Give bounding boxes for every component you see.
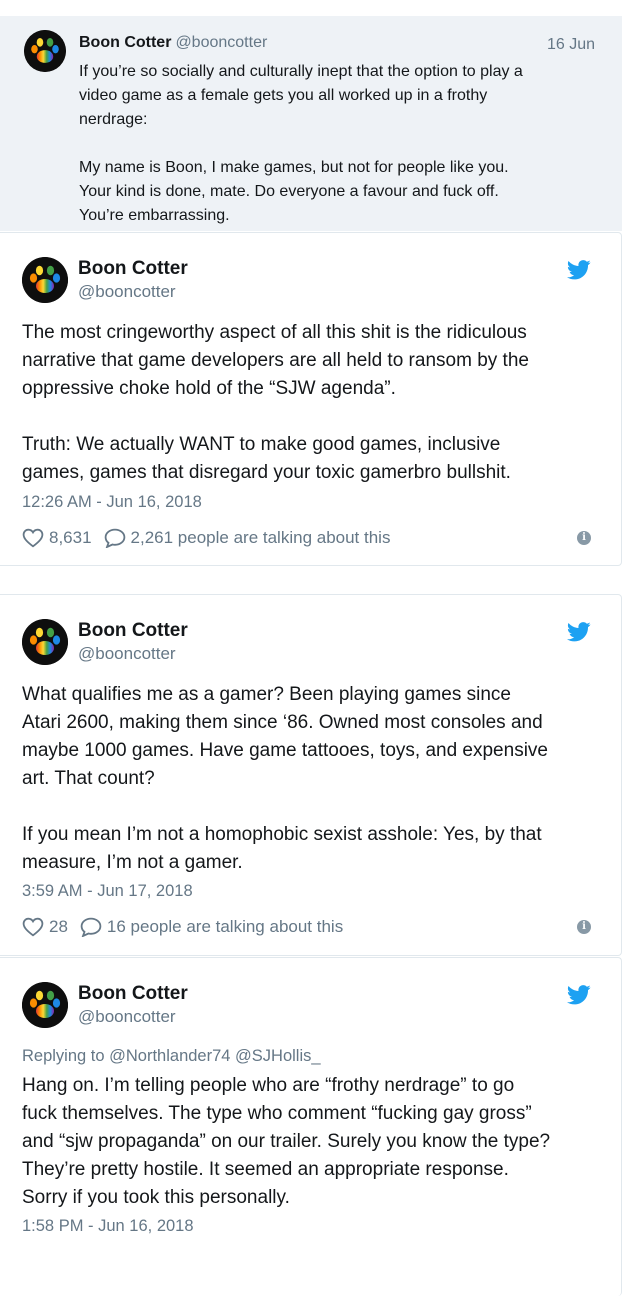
avatar[interactable]: [22, 619, 68, 665]
embedded-tweet[interactable]: Boon Cotter @booncotter The most cringew…: [0, 232, 622, 566]
like-count[interactable]: 8,631: [49, 528, 92, 548]
tweet-timestamp[interactable]: 1:58 PM - Jun 16, 2018: [22, 1217, 194, 1236]
heart-icon[interactable]: [22, 917, 44, 937]
tweet-text: What qualifies me as a gamer? Been playi…: [22, 684, 548, 873]
avatar[interactable]: [22, 982, 68, 1028]
talking-count[interactable]: 2,261 people are talking about this: [131, 528, 391, 548]
heart-icon[interactable]: [22, 528, 44, 548]
like-count[interactable]: 28: [49, 917, 68, 937]
twitter-bird-icon[interactable]: [567, 622, 591, 642]
tweet-timestamp[interactable]: 3:59 AM - Jun 17, 2018: [22, 882, 193, 901]
reply-bubble-icon[interactable]: [104, 528, 126, 548]
author-handle[interactable]: @booncotter: [175, 34, 267, 51]
avatar[interactable]: [24, 30, 66, 72]
embedded-tweet[interactable]: Boon Cotter @booncotter Replying to @Nor…: [0, 957, 622, 1296]
reply-bubble-icon[interactable]: [80, 917, 102, 937]
quoted-author[interactable]: Boon Cotter @booncotter: [79, 34, 267, 52]
author-name[interactable]: Boon Cotter: [78, 620, 188, 642]
author-handle[interactable]: @booncotter: [78, 644, 176, 664]
twitter-bird-icon[interactable]: [567, 985, 591, 1005]
tweet-text: Hang on. I’m telling people who are “fro…: [22, 1075, 551, 1208]
tweet-text: If you’re so socially and culturally ine…: [79, 63, 523, 224]
twitter-bird-icon[interactable]: [567, 260, 591, 280]
author-handle[interactable]: @booncotter: [78, 282, 176, 302]
info-icon[interactable]: i: [577, 920, 591, 934]
author-name[interactable]: Boon Cotter: [78, 983, 188, 1005]
tweet-actions: 8,631 2,261 people are talking about thi…: [22, 525, 390, 551]
tweet-actions: 28 16 people are talking about this: [22, 914, 343, 940]
tweet-timestamp[interactable]: 12:26 AM - Jun 16, 2018: [22, 493, 202, 512]
tweet-date: 16 Jun: [546, 36, 595, 53]
replying-to[interactable]: Replying to @Northlander74 @SJHollis_: [22, 1047, 321, 1066]
author-handle[interactable]: @booncotter: [78, 1007, 176, 1027]
author-name[interactable]: Boon Cotter: [79, 34, 171, 51]
talking-count[interactable]: 16 people are talking about this: [107, 917, 343, 937]
avatar[interactable]: [22, 257, 68, 303]
quoted-tweet[interactable]: Boon Cotter @booncotter 16 Jun If you’re …: [0, 16, 622, 231]
author-name[interactable]: Boon Cotter: [78, 258, 188, 280]
tweet-text: The most cringeworthy aspect of all this…: [22, 322, 529, 483]
info-icon[interactable]: i: [577, 531, 591, 545]
embedded-tweet[interactable]: Boon Cotter @booncotter What qualifies m…: [0, 594, 622, 956]
